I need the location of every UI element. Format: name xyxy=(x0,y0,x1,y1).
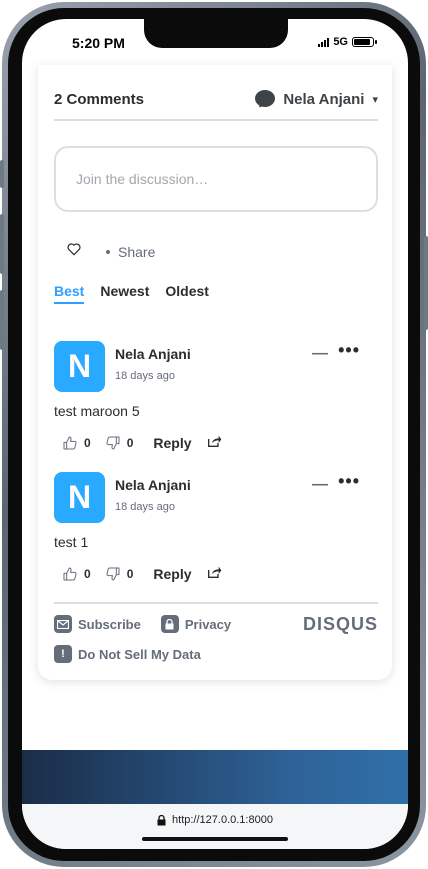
notch xyxy=(144,19,288,48)
tab-oldest[interactable]: Oldest xyxy=(165,283,209,304)
privacy-label: Privacy xyxy=(184,616,232,632)
url-text: http://127.0.0.1:8000 xyxy=(172,814,273,826)
comment-item: N Nela Anjani 18 days ago — ••• test 1 0… xyxy=(54,471,378,590)
volume-up-button xyxy=(0,214,4,274)
downvote-count: 0 xyxy=(126,435,134,450)
subscribe-label: Subscribe xyxy=(78,616,141,632)
battery-icon xyxy=(352,37,377,47)
downvote-button[interactable]: 0 xyxy=(105,566,134,582)
footer-links-secondary: ! Do Not Sell My Data xyxy=(54,645,221,663)
comment-author[interactable]: Nela Anjani xyxy=(115,477,191,493)
share-icon[interactable] xyxy=(206,433,222,452)
comment-actions: 0 0 Reply xyxy=(62,564,222,583)
upvote-button[interactable]: 0 xyxy=(62,435,91,451)
collapse-button[interactable]: — xyxy=(312,345,328,363)
disqus-logo[interactable]: DISQUS xyxy=(303,614,378,635)
do-not-sell-link[interactable]: ! Do Not Sell My Data xyxy=(54,645,201,663)
thumbs-up-icon xyxy=(63,567,77,580)
comment-item: N Nela Anjani 18 days ago — ••• test mar… xyxy=(54,340,378,459)
chat-bubble-icon xyxy=(255,90,276,110)
upvote-button[interactable]: 0 xyxy=(62,566,91,582)
comment-count: 2 Comments xyxy=(54,90,145,108)
comment-time[interactable]: 18 days ago xyxy=(115,370,175,382)
network-label: 5G xyxy=(333,36,348,48)
avatar[interactable]: N xyxy=(54,341,105,392)
comment-time[interactable]: 18 days ago xyxy=(115,501,175,513)
tab-best[interactable]: Best xyxy=(54,283,85,304)
thumbs-down-icon xyxy=(106,436,120,449)
comment-actions: 0 0 Reply xyxy=(62,433,222,452)
mute-switch xyxy=(0,160,4,188)
lock-icon xyxy=(160,615,179,633)
power-button xyxy=(424,236,428,330)
heart-icon[interactable] xyxy=(66,241,82,262)
more-options-icon[interactable]: ••• xyxy=(338,471,360,492)
lock-icon xyxy=(157,815,166,826)
footer-divider xyxy=(54,602,378,604)
chevron-down-icon: ▾ xyxy=(372,93,378,106)
page-banner xyxy=(22,750,408,804)
tab-newest[interactable]: Newest xyxy=(100,283,149,304)
share-label: Share xyxy=(118,243,156,260)
subscribe-link[interactable]: Subscribe xyxy=(54,615,141,633)
home-indicator[interactable] xyxy=(142,837,288,841)
sort-tabs: Best Newest Oldest xyxy=(54,283,209,304)
discussion-box[interactable] xyxy=(54,146,378,212)
reply-button[interactable]: Reply xyxy=(153,566,191,582)
header-divider xyxy=(54,119,378,121)
bullet-icon xyxy=(106,249,110,254)
signal-icon xyxy=(318,37,330,47)
comment-text: test 1 xyxy=(54,534,89,550)
upvote-count: 0 xyxy=(84,435,91,450)
envelope-icon xyxy=(54,615,72,633)
thumbs-down-icon xyxy=(106,567,120,580)
reply-button[interactable]: Reply xyxy=(153,435,191,451)
thread-actions: Share xyxy=(66,241,155,262)
browser-url-bar[interactable]: http://127.0.0.1:8000 xyxy=(22,804,408,849)
status-indicators: 5G xyxy=(318,36,377,48)
discussion-input[interactable] xyxy=(56,148,376,210)
footer-links: Subscribe Privacy DISQUS xyxy=(54,614,378,634)
volume-down-button xyxy=(0,290,4,350)
disqus-card: 2 Comments Nela Anjani ▾ Share xyxy=(38,65,392,680)
share-icon[interactable] xyxy=(206,564,222,583)
collapse-button[interactable]: — xyxy=(312,476,328,494)
alert-icon: ! xyxy=(54,645,72,663)
status-bar: 5:20 PM 5G xyxy=(22,19,408,65)
avatar[interactable]: N xyxy=(54,472,105,523)
do-not-sell-label: Do Not Sell My Data xyxy=(78,646,201,662)
status-time: 5:20 PM xyxy=(72,35,125,51)
comments-header: 2 Comments Nela Anjani ▾ xyxy=(54,87,378,111)
privacy-link[interactable]: Privacy xyxy=(160,615,232,633)
downvote-count: 0 xyxy=(126,566,134,581)
user-name: Nela Anjani xyxy=(283,90,365,108)
comment-author[interactable]: Nela Anjani xyxy=(115,346,191,362)
user-menu[interactable]: Nela Anjani ▾ xyxy=(255,90,378,110)
thumbs-up-icon xyxy=(63,436,77,449)
comment-text: test maroon 5 xyxy=(54,403,140,419)
more-options-icon[interactable]: ••• xyxy=(338,340,360,361)
downvote-button[interactable]: 0 xyxy=(105,435,134,451)
share-button[interactable]: Share xyxy=(106,244,155,260)
upvote-count: 0 xyxy=(84,566,91,581)
screen: 5:20 PM 5G 2 Comments Nela Anjani ▾ Join… xyxy=(22,19,408,849)
